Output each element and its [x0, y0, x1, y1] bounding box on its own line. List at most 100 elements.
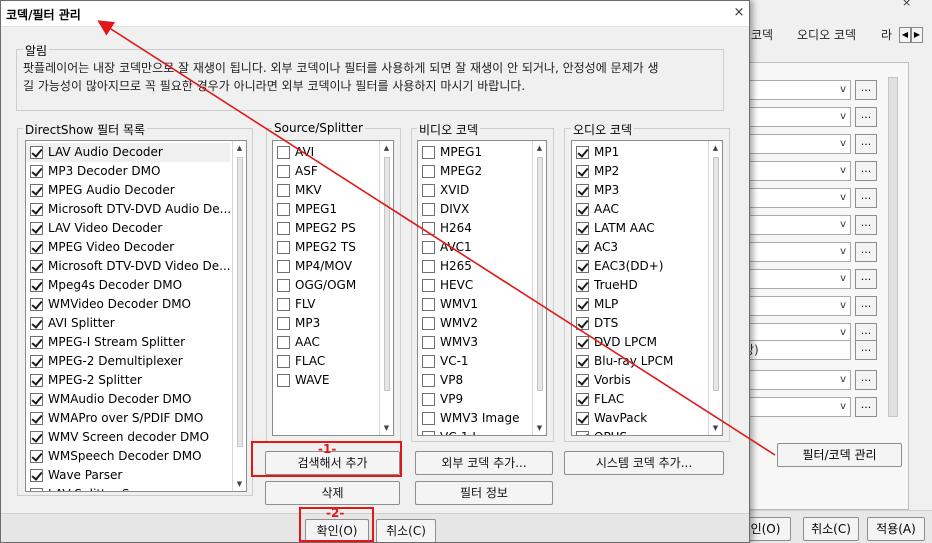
checkbox[interactable]	[30, 431, 43, 444]
checkbox[interactable]	[422, 184, 435, 197]
checkbox[interactable]	[576, 222, 589, 235]
audio-list-item[interactable]: AC3	[572, 238, 706, 257]
directshow-list-item[interactable]: LAV Splitter S...	[26, 485, 230, 491]
video-list-item[interactable]: VP9	[418, 390, 530, 409]
checkbox[interactable]	[30, 412, 43, 425]
checkbox[interactable]	[422, 355, 435, 368]
video-list-item[interactable]: DIVX	[418, 200, 530, 219]
scroll-down-icon[interactable]: ▼	[380, 421, 393, 435]
source-list-item[interactable]: MPEG1	[273, 200, 377, 219]
source-list-item[interactable]: WAVE	[273, 371, 377, 390]
checkbox[interactable]	[422, 165, 435, 178]
video-list-item[interactable]: VP8	[418, 371, 530, 390]
checkbox[interactable]	[277, 355, 290, 368]
checkbox[interactable]	[30, 241, 43, 254]
scroll-up-icon[interactable]: ▲	[709, 141, 722, 155]
checkbox[interactable]	[422, 298, 435, 311]
directshow-list-item[interactable]: LAV Audio Decoder	[26, 143, 230, 162]
bg-more-button[interactable]: ...	[855, 269, 877, 289]
video-list-item[interactable]: MPEG2	[418, 162, 530, 181]
bg-codec-select[interactable]: v	[741, 134, 851, 154]
scroll-down-icon[interactable]: ▼	[709, 421, 722, 435]
checkbox[interactable]	[576, 279, 589, 292]
source-list-item[interactable]: MPEG2 TS	[273, 238, 377, 257]
checkbox[interactable]	[422, 222, 435, 235]
audio-list-item[interactable]: FLAC	[572, 390, 706, 409]
audio-list-item[interactable]: TrueHD	[572, 276, 706, 295]
bg-codec-select[interactable]: v	[741, 215, 851, 235]
bg-cancel-button[interactable]: 취소(C)	[803, 517, 859, 541]
directshow-list-item[interactable]: MP3 Decoder DMO	[26, 162, 230, 181]
checkbox[interactable]	[30, 165, 43, 178]
checkbox[interactable]	[30, 374, 43, 387]
bg-more-button[interactable]: ...	[855, 340, 877, 360]
source-list-item[interactable]: MKV	[273, 181, 377, 200]
checkbox[interactable]	[30, 450, 43, 463]
checkbox[interactable]	[277, 146, 290, 159]
source-list-item[interactable]: FLAC	[273, 352, 377, 371]
bg-more-button[interactable]: ...	[855, 215, 877, 235]
video-list-item[interactable]: MPEG1	[418, 143, 530, 162]
checkbox[interactable]	[422, 374, 435, 387]
directshow-list-item[interactable]: LAV Video Decoder	[26, 219, 230, 238]
checkbox[interactable]	[30, 203, 43, 216]
tab-scroll-left-icon[interactable]: ◀	[899, 27, 911, 43]
bg-codec-select[interactable]: v	[741, 397, 851, 417]
bg-more-button[interactable]: ...	[855, 107, 877, 127]
bg-more-button[interactable]: ...	[855, 370, 877, 390]
checkbox[interactable]	[422, 203, 435, 216]
video-list-item[interactable]: WMV3 Image	[418, 409, 530, 428]
directshow-list-item[interactable]: MPEG-I Stream Splitter	[26, 333, 230, 352]
directshow-list-item[interactable]: MPEG-2 Demultiplexer	[26, 352, 230, 371]
bg-apply-button[interactable]: 적용(A)	[867, 517, 925, 541]
checkbox[interactable]	[422, 393, 435, 406]
system-codec-add-button[interactable]: 시스템 코덱 추가...	[564, 451, 724, 475]
bg-codec-select[interactable]: v	[741, 80, 851, 100]
checkbox[interactable]	[30, 488, 43, 491]
scroll-down-icon[interactable]: ▼	[533, 421, 546, 435]
source-scrollbar[interactable]: ▲ ▼	[379, 141, 393, 435]
checkbox[interactable]	[576, 336, 589, 349]
source-list-item[interactable]: MP4/MOV	[273, 257, 377, 276]
checkbox[interactable]	[277, 260, 290, 273]
checkbox[interactable]	[277, 203, 290, 216]
checkbox[interactable]	[576, 355, 589, 368]
audio-list-item[interactable]: MP3	[572, 181, 706, 200]
bg-codec-select[interactable]: v	[741, 269, 851, 289]
directshow-scrollbar[interactable]: ▲ ▼	[232, 141, 246, 491]
checkbox[interactable]	[576, 260, 589, 273]
audio-list-item[interactable]: MP1	[572, 143, 706, 162]
checkbox[interactable]	[30, 260, 43, 273]
checkbox[interactable]	[576, 317, 589, 330]
checkbox[interactable]	[576, 298, 589, 311]
checkbox[interactable]	[422, 336, 435, 349]
cancel-button[interactable]: 취소(C)	[376, 519, 436, 542]
bg-more-button[interactable]: ...	[855, 397, 877, 417]
source-list-item[interactable]: OGG/OGM	[273, 276, 377, 295]
checkbox[interactable]	[30, 279, 43, 292]
external-codec-add-button[interactable]: 외부 코덱 추가...	[415, 451, 553, 475]
bg-codec-select[interactable]: v	[741, 161, 851, 181]
checkbox[interactable]	[30, 336, 43, 349]
directshow-list-item[interactable]: WMAudio Decoder DMO	[26, 390, 230, 409]
checkbox[interactable]	[277, 279, 290, 292]
video-list-item[interactable]: WMV1	[418, 295, 530, 314]
source-list-item[interactable]: FLV	[273, 295, 377, 314]
checkbox[interactable]	[277, 222, 290, 235]
video-list-item[interactable]: AVC1	[418, 238, 530, 257]
directshow-filter-list[interactable]: LAV Audio Decoder MP3 Decoder DMO MPEG Aud…	[25, 140, 247, 492]
close-icon[interactable]: ×	[730, 4, 748, 22]
audio-list-item[interactable]: Blu-ray LPCM	[572, 352, 706, 371]
bg-codec-select[interactable]: v	[741, 107, 851, 127]
delete-button[interactable]: 삭제	[265, 481, 400, 505]
source-list-item[interactable]: AVI	[273, 143, 377, 162]
directshow-list-item[interactable]: WMAPro over S/PDIF DMO	[26, 409, 230, 428]
checkbox[interactable]	[422, 317, 435, 330]
video-scrollbar[interactable]: ▲ ▼	[532, 141, 546, 435]
bg-more-button[interactable]: ...	[855, 80, 877, 100]
tab-scroll-right-icon[interactable]: ▶	[911, 27, 923, 43]
audio-codec-list[interactable]: MP1 MP2 MP3 AAC LATM AAC AC3 EAC3(DD+) TrueHD ML…	[571, 140, 723, 436]
directshow-list-item[interactable]: MPEG Video Decoder	[26, 238, 230, 257]
checkbox[interactable]	[576, 393, 589, 406]
scroll-up-icon[interactable]: ▲	[233, 141, 246, 155]
